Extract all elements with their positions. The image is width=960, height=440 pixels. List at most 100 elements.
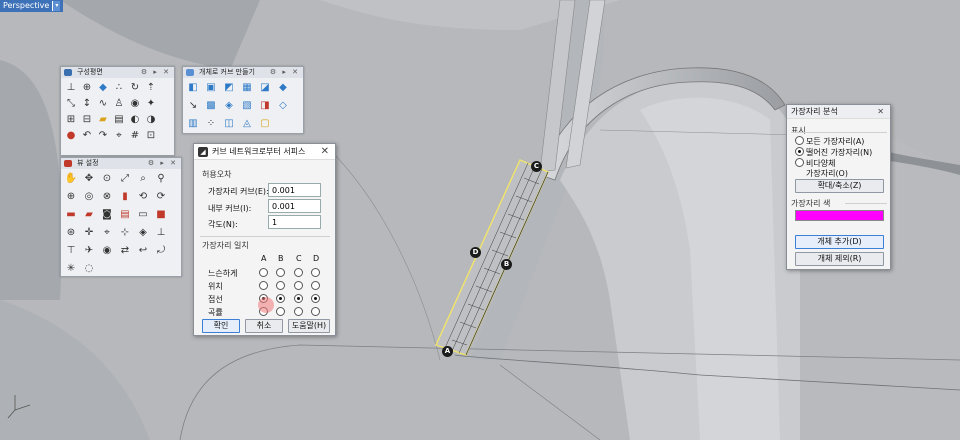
crosshair-icon[interactable]: ⌖ xyxy=(100,226,114,240)
cplane-curve-icon[interactable]: ∿ xyxy=(96,97,110,111)
cplane-redo-icon[interactable]: ↷ xyxy=(96,129,110,143)
cplane-grid-icon[interactable]: # xyxy=(128,129,142,143)
project-icon[interactable]: ↘ xyxy=(186,99,200,113)
cplane-3pt-icon[interactable]: ∴ xyxy=(112,81,126,95)
cplane-person-icon[interactable]: ♙ xyxy=(112,97,126,111)
cplane-x-icon[interactable]: ⤡ xyxy=(64,97,78,111)
tangent-b-radio[interactable] xyxy=(276,294,285,303)
nonmanifold-edges-radio[interactable] xyxy=(795,158,804,167)
toolbar-title-bar[interactable]: 구성평면 ⚙ ▸ ✕ xyxy=(61,67,174,78)
edge-curve-input[interactable] xyxy=(268,183,321,197)
help-button[interactable]: 도움말(H) xyxy=(288,319,330,333)
position-c-radio[interactable] xyxy=(294,281,303,290)
silhouette-icon[interactable]: ◆ xyxy=(276,81,290,95)
zoom-target-icon[interactable]: ◎ xyxy=(82,190,96,204)
zoom-extents-icon[interactable]: ⤢ xyxy=(118,172,132,186)
cplane-set-icon[interactable]: ⌖ xyxy=(112,129,126,143)
monitor-icon[interactable]: ▭ xyxy=(136,208,150,222)
position-d-radio[interactable] xyxy=(311,281,320,290)
cplane-z-icon[interactable]: ↕ xyxy=(80,97,94,111)
cplane-folder-icon[interactable]: ▰ xyxy=(96,113,110,127)
compass-icon[interactable]: ✛ xyxy=(82,226,96,240)
cplane-snap-icon[interactable]: ⊡ xyxy=(144,129,158,143)
record-icon[interactable]: ■ xyxy=(154,208,168,222)
wireframe-icon[interactable]: ▧ xyxy=(240,99,254,113)
zoom-dynamic-icon[interactable]: ⚲ xyxy=(154,172,168,186)
cplane-front-icon[interactable]: ⊞ xyxy=(64,113,78,127)
position-b-radio[interactable] xyxy=(276,281,285,290)
inner-curve-input[interactable] xyxy=(268,199,321,213)
viewport-tab[interactable]: Perspective ▾ xyxy=(0,0,64,12)
loose-b-radio[interactable] xyxy=(276,268,285,277)
extract-pt-icon[interactable]: ◫ xyxy=(222,117,236,131)
named-view-icon[interactable]: ◈ xyxy=(136,226,150,240)
circle-icon[interactable]: ◌ xyxy=(82,262,96,276)
zoom-all-icon[interactable]: ⊗ xyxy=(100,190,114,204)
box-icon[interactable]: ▢ xyxy=(258,117,272,131)
swap-icon[interactable]: ⇄ xyxy=(118,244,132,258)
vehicle-icon[interactable]: ▰ xyxy=(82,208,96,222)
tangent-d-radio[interactable] xyxy=(311,294,320,303)
toolbar-controls[interactable]: ⚙ ▸ ✕ xyxy=(270,67,300,78)
plan-icon[interactable]: ⊤ xyxy=(64,244,78,258)
section-icon[interactable]: ◪ xyxy=(258,81,272,95)
toolbar-controls[interactable]: ⚙ ▸ ✕ xyxy=(141,67,171,78)
dialog-title-bar[interactable]: ◢ 커브 네트워크로부터 서피스 ✕ xyxy=(194,144,335,160)
tilt-icon[interactable]: ⟳ xyxy=(154,190,168,204)
close-icon[interactable]: ✕ xyxy=(321,144,329,160)
sync-icon[interactable]: ⤾ xyxy=(154,244,168,258)
light-icon[interactable]: ✳ xyxy=(64,262,78,276)
intersect-icon[interactable]: ◈ xyxy=(222,99,236,113)
extract-isocurve-icon[interactable]: ◩ xyxy=(222,81,236,95)
zoom-window-icon[interactable]: ⊙ xyxy=(100,172,114,186)
viewport-menu-icon[interactable]: ▾ xyxy=(52,1,61,11)
points-icon[interactable]: ⁘ xyxy=(204,117,218,131)
curvature-icon[interactable]: ◬ xyxy=(240,117,254,131)
tangent-c-radio[interactable] xyxy=(294,294,303,303)
camera-icon[interactable]: ◙ xyxy=(100,208,114,222)
pull-icon[interactable]: ▩ xyxy=(204,99,218,113)
zoom-selected-icon[interactable]: ⌕ xyxy=(136,172,150,186)
remove-object-button[interactable]: 개체 제외(R) xyxy=(795,252,884,266)
toolbar-title-bar[interactable]: 뷰 설정 ⚙ ▸ ✕ xyxy=(61,158,181,169)
pan-hand-icon[interactable]: ✋ xyxy=(64,172,78,186)
loose-c-radio[interactable] xyxy=(294,268,303,277)
cplane-top-icon[interactable]: ⊥ xyxy=(64,81,78,95)
zoom-in-icon[interactable]: ⊕ xyxy=(64,190,78,204)
extract-wireframe-icon[interactable]: ◇ xyxy=(276,99,290,113)
loose-a-radio[interactable] xyxy=(259,268,268,277)
loose-d-radio[interactable] xyxy=(311,268,320,277)
zoom-button[interactable]: 확대/축소(Z) xyxy=(795,179,884,193)
naked-edges-radio[interactable] xyxy=(795,147,804,156)
cplane-origin-icon[interactable]: ⊕ xyxy=(80,81,94,95)
axes-icon[interactable]: ⊹ xyxy=(118,226,132,240)
film-icon[interactable]: ▤ xyxy=(118,208,132,222)
duplicate-border-icon[interactable]: ▣ xyxy=(204,81,218,95)
toolbar-controls[interactable]: ⚙ ▸ ✕ xyxy=(148,158,178,169)
edge-color-swatch[interactable] xyxy=(795,210,884,221)
cancel-button[interactable]: 취소 xyxy=(245,319,283,333)
cplane-world-icon[interactable]: ● xyxy=(64,129,78,143)
plane-icon[interactable]: ✈ xyxy=(82,244,96,258)
cplane-view-icon[interactable]: ✦ xyxy=(144,97,158,111)
target-icon[interactable]: ⊛ xyxy=(64,226,78,240)
create-uv-icon[interactable]: ◨ xyxy=(258,99,272,113)
all-edges-radio[interactable] xyxy=(795,136,804,145)
curvature-c-radio[interactable] xyxy=(294,307,303,316)
cplane-prev-icon[interactable]: ◐ xyxy=(128,113,142,127)
ok-button[interactable]: 확인 xyxy=(202,319,240,333)
flip-icon[interactable]: ↩ xyxy=(136,244,150,258)
cplane-undo-icon[interactable]: ↶ xyxy=(80,129,94,143)
cplane-eye-icon[interactable]: ◉ xyxy=(128,97,142,111)
duplicate-edge-icon[interactable]: ◧ xyxy=(186,81,200,95)
contour-icon[interactable]: ▦ xyxy=(240,81,254,95)
rotate-view-icon[interactable]: ✥ xyxy=(82,172,96,186)
curvature-d-radio[interactable] xyxy=(311,307,320,316)
cplane-named-icon[interactable]: ▤ xyxy=(112,113,126,127)
panel-title-bar[interactable]: 가장자리 분석 ✕ xyxy=(787,105,890,119)
twist-icon[interactable]: ⟲ xyxy=(136,190,150,204)
cplane-next-icon[interactable]: ◑ xyxy=(144,113,158,127)
add-object-button[interactable]: 개체 추가(D) xyxy=(795,235,884,249)
curvature-b-radio[interactable] xyxy=(276,307,285,316)
car-icon[interactable]: ▬ xyxy=(64,208,78,222)
